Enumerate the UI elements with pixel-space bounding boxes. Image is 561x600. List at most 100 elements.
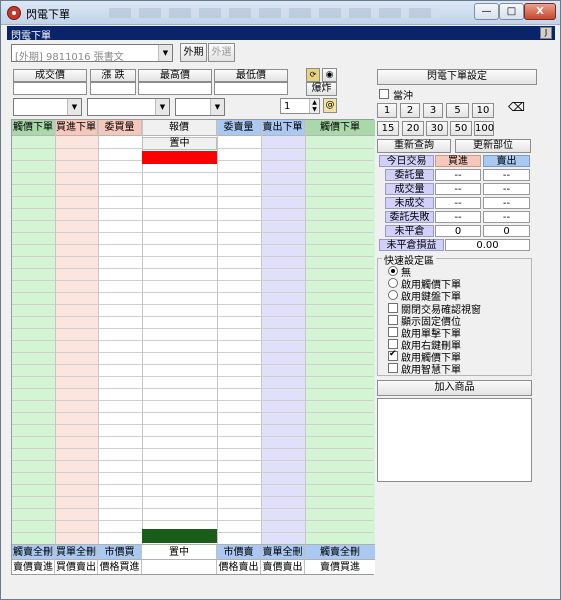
requery-button[interactable]: 重新查詢 (377, 139, 451, 153)
price-sell-button[interactable]: 價格賣出 (217, 559, 261, 574)
unfilled-label: 未成交 (385, 197, 434, 209)
at-price-button[interactable]: @ (323, 98, 337, 113)
radio-none[interactable] (388, 266, 398, 276)
chevron-down-icon[interactable]: ▼ (155, 99, 169, 115)
header-touch-sell: 觸價下單 (305, 120, 375, 136)
chevron-down-icon[interactable]: ▼ (158, 45, 172, 61)
product-list[interactable] (377, 398, 532, 482)
header-buy-order: 買進下單 (55, 120, 98, 136)
burst-button[interactable]: 爆炸 (306, 82, 337, 96)
condition-select[interactable]: ▼ (175, 98, 225, 116)
open-pnl-value: 0.00 (445, 239, 530, 251)
qty-button-2[interactable]: 2 (400, 103, 420, 118)
price-buy-button[interactable]: 價格買進 (98, 559, 142, 574)
high-price-value (138, 82, 212, 95)
flash-order-settings-button[interactable]: 閃電下單設定 (377, 69, 537, 85)
market-buy-button[interactable]: 市價買 (98, 544, 142, 559)
qty-button-5[interactable]: 5 (446, 103, 469, 118)
delete-all-buy-button[interactable]: 買單全刪 (55, 544, 98, 559)
header-bid-volume: 委買量 (98, 120, 142, 136)
maximize-button[interactable]: □ (499, 3, 524, 20)
filled-qty-sell: -- (483, 183, 530, 195)
order-failed-label: 委託失敗 (385, 211, 434, 223)
qty-button-30[interactable]: 30 (426, 121, 448, 136)
delete-all-sell-button[interactable]: 賣單全刪 (261, 544, 305, 559)
open-position-sell: 0 (483, 225, 530, 237)
header-price: 報價 (142, 120, 217, 136)
footer-blank-cell (142, 559, 217, 574)
ladder-rows (12, 137, 373, 545)
checkbox-close-confirm[interactable] (388, 303, 398, 313)
tab-foreign-options[interactable]: 外選 (208, 43, 235, 62)
refresh-icon[interactable]: ⟳ (306, 68, 320, 82)
divider (217, 120, 218, 574)
panel-header: 閃電下單 J (7, 26, 555, 42)
filled-qty-buy: -- (435, 183, 481, 195)
center-button-top[interactable]: 置中 (142, 137, 217, 150)
tab-foreign-futures[interactable]: 外期 (180, 43, 207, 62)
open-position-label: 未平倉 (385, 225, 434, 237)
sell-price-buy-button[interactable]: 賣價賣進 (12, 559, 55, 574)
qty-button-3[interactable]: 3 (423, 103, 443, 118)
chevron-down-icon[interactable]: ▼ (67, 99, 81, 115)
account-select-value: [外期] 9811016 張書文 (15, 52, 124, 63)
checkbox-touch-order[interactable] (388, 349, 398, 361)
checkbox-smart-order[interactable] (388, 363, 398, 373)
day-trade-label: 當沖 (393, 91, 413, 102)
eraser-icon[interactable]: ⌫ (508, 100, 525, 114)
checkbox-single-click[interactable] (388, 327, 398, 337)
panel-header-title: 閃電下單 (11, 31, 51, 42)
order-failed-buy: -- (435, 211, 481, 223)
chevron-down-icon[interactable]: ▼ (210, 99, 224, 115)
unfilled-buy: -- (435, 197, 481, 209)
radio-touch-order[interactable] (388, 278, 398, 288)
high-price-header: 最高價 (138, 69, 212, 82)
account-select[interactable]: [外期] 9811016 張書文 ▼ (11, 44, 173, 63)
order-type-select[interactable]: ▼ (13, 98, 82, 116)
add-product-button[interactable]: 加入商品 (377, 380, 532, 396)
sell-price-buy-in-button[interactable]: 賣價買進 (305, 559, 375, 574)
header-sell-order: 賣出下單 (261, 120, 305, 136)
close-button[interactable]: X (524, 3, 556, 20)
ladder-footer-row-2: 賣價賣進 買價賣出 價格買進 價格賣出 賣價賣出 賣價買進 (12, 559, 375, 574)
header-touch-buy: 觸價下單 (12, 120, 55, 136)
quantity-stepper[interactable]: 1 ▲ ▼ (280, 98, 320, 114)
low-price-value (214, 82, 288, 95)
stepper-arrows-icon[interactable]: ▲ ▼ (309, 99, 319, 113)
minimize-button[interactable]: — (474, 3, 499, 20)
qty-button-1[interactable]: 1 (377, 103, 397, 118)
delete-all-touch-buy-button[interactable]: 觸賣全刪 (12, 544, 55, 559)
change-value (90, 82, 136, 95)
current-price-marker (142, 151, 217, 164)
title-bar[interactable]: 閃電下單 — □ X (1, 1, 560, 25)
checkbox-right-click-delete[interactable] (388, 339, 398, 349)
order-qty-label: 委託量 (385, 169, 434, 181)
divider (305, 120, 306, 574)
change-header: 漲 跌 (90, 69, 136, 82)
day-trade-checkbox[interactable] (379, 89, 389, 99)
update-position-button[interactable]: 更新部位 (455, 139, 531, 153)
order-qty-buy: -- (435, 169, 481, 181)
qty-button-15[interactable]: 15 (377, 121, 399, 136)
blurred-title-area (109, 8, 439, 18)
today-trades-label: 今日交易 (379, 155, 434, 167)
price-type-select[interactable]: ▼ (87, 98, 170, 116)
sell-price-sell-button[interactable]: 賣價賣出 (261, 559, 305, 574)
main-window: 閃電下單 — □ X 閃電下單 J [外期] 9811016 張書文 ▼ 外期 … (0, 0, 561, 600)
qty-button-10[interactable]: 10 (472, 103, 494, 118)
panel-header-button[interactable]: J (540, 27, 552, 39)
sell-column-label: 賣出 (483, 155, 530, 167)
delete-all-touch-sell-button[interactable]: 觸賣全刪 (305, 544, 375, 559)
qty-button-100[interactable]: 100 (474, 121, 494, 136)
ladder-footer-row-1: 觸賣全刪 買單全刪 市價買 置中 市價賣 賣單全刪 觸賣全刪 (12, 544, 375, 559)
eye-icon[interactable]: ◉ (322, 68, 337, 82)
low-price-header: 最低價 (214, 69, 288, 82)
center-button-bottom[interactable]: 置中 (142, 544, 217, 559)
qty-button-50[interactable]: 50 (450, 121, 472, 136)
qty-button-20[interactable]: 20 (402, 121, 424, 136)
divider (55, 120, 56, 574)
buy-price-sell-button[interactable]: 買價賣出 (55, 559, 98, 574)
market-sell-button[interactable]: 市價賣 (217, 544, 261, 559)
checkbox-fixed-price[interactable] (388, 315, 398, 325)
radio-keyboard-order[interactable] (388, 290, 398, 300)
